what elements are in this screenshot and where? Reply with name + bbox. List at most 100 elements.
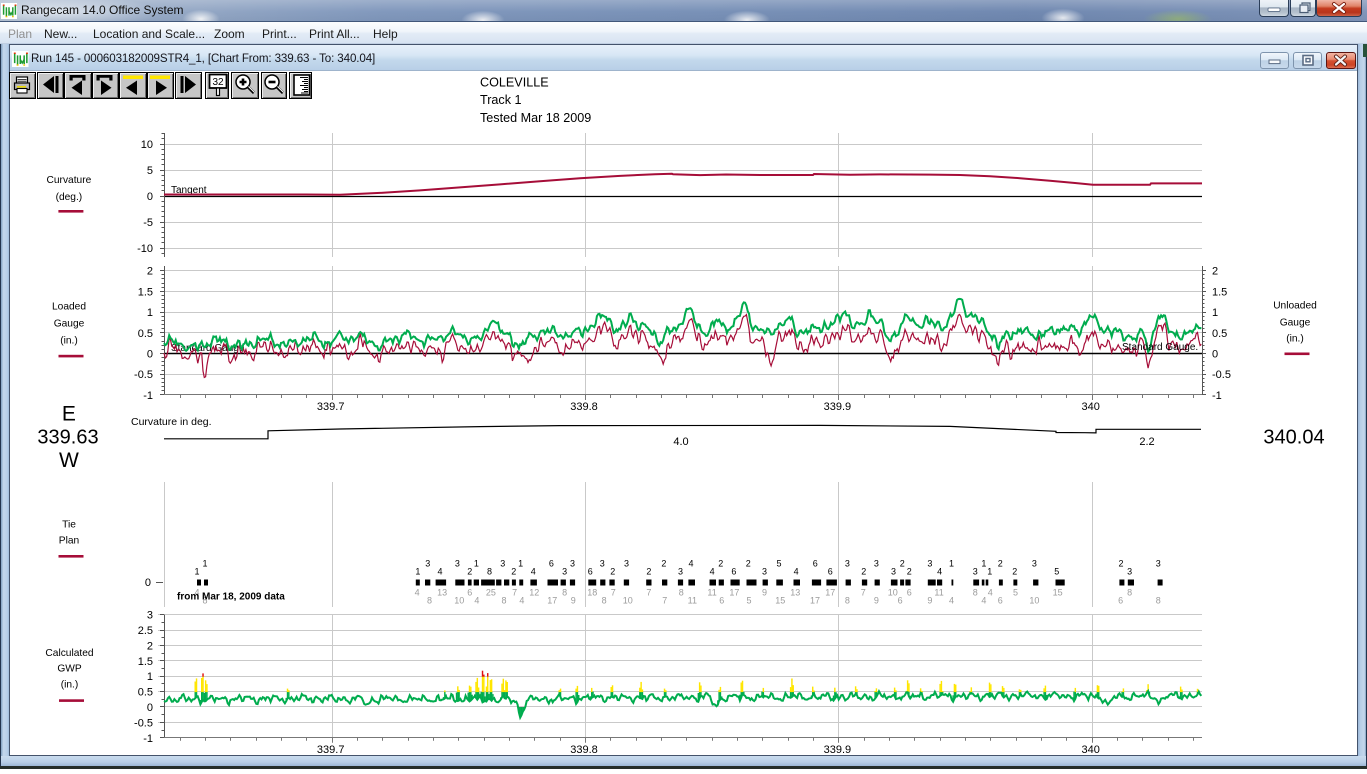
svg-text:2: 2 (746, 559, 751, 569)
svg-text:3: 3 (600, 559, 605, 569)
svg-text:1: 1 (415, 567, 420, 577)
svg-text:2: 2 (861, 567, 866, 577)
svg-text:W: W (59, 449, 79, 472)
svg-text:3: 3 (1127, 567, 1132, 577)
svg-text:2: 2 (718, 559, 723, 569)
svg-text:1: 1 (474, 559, 479, 569)
svg-text:-0.5: -0.5 (134, 717, 153, 729)
svg-text:1: 1 (1212, 307, 1218, 319)
svg-text:8: 8 (602, 596, 607, 606)
svg-text:3: 3 (973, 567, 978, 577)
svg-text:6: 6 (813, 559, 818, 569)
svg-text:4: 4 (519, 596, 524, 606)
svg-text:4: 4 (794, 567, 799, 577)
svg-text:3: 3 (762, 567, 767, 577)
svg-text:(in.): (in.) (1286, 334, 1304, 345)
svg-text:17: 17 (547, 596, 557, 606)
svg-text:13: 13 (437, 588, 447, 598)
svg-text:1: 1 (987, 567, 992, 577)
svg-text:1.5: 1.5 (138, 286, 153, 298)
svg-text:13: 13 (790, 588, 800, 598)
svg-text:8: 8 (427, 596, 432, 606)
svg-text:GWP: GWP (57, 663, 82, 674)
svg-text:0.5: 0.5 (138, 328, 153, 340)
svg-text:6: 6 (828, 567, 833, 577)
svg-text:0: 0 (147, 191, 153, 203)
svg-text:15: 15 (775, 596, 785, 606)
svg-text:2: 2 (646, 567, 651, 577)
svg-text:Tested Mar 18 2009: Tested Mar 18 2009 (480, 111, 591, 125)
svg-text:2: 2 (900, 559, 905, 569)
svg-text:3: 3 (500, 559, 505, 569)
svg-text:2: 2 (1118, 559, 1123, 569)
svg-text:15: 15 (1053, 588, 1063, 598)
svg-text:5: 5 (1054, 567, 1059, 577)
svg-text:1.5: 1.5 (1212, 286, 1227, 298)
svg-text:5: 5 (1013, 588, 1018, 598)
svg-text:2: 2 (147, 266, 153, 278)
svg-text:Loaded: Loaded (52, 302, 86, 313)
svg-text:1: 1 (194, 567, 199, 577)
svg-text:1: 1 (147, 671, 153, 683)
svg-text:4: 4 (415, 588, 420, 598)
svg-text:339.7: 339.7 (317, 744, 345, 756)
svg-text:2: 2 (1012, 567, 1017, 577)
svg-text:6: 6 (588, 567, 593, 577)
svg-text:Track 1: Track 1 (480, 93, 522, 107)
svg-text:32: 32 (212, 77, 224, 88)
svg-text:10: 10 (1029, 596, 1039, 606)
svg-text:4: 4 (437, 567, 442, 577)
svg-text:3: 3 (425, 559, 430, 569)
svg-text:18: 18 (587, 588, 597, 598)
svg-text:6: 6 (1118, 596, 1123, 606)
svg-text:25: 25 (486, 588, 496, 598)
svg-text:339.9: 339.9 (824, 744, 852, 756)
svg-text:0: 0 (1212, 349, 1218, 361)
svg-text:3: 3 (1156, 559, 1161, 569)
svg-text:339.8: 339.8 (570, 401, 598, 413)
svg-text:12: 12 (529, 588, 539, 598)
svg-text:340: 340 (1082, 744, 1100, 756)
svg-text:3: 3 (874, 559, 879, 569)
svg-text:2.2: 2.2 (1139, 436, 1154, 448)
svg-text:8: 8 (679, 588, 684, 598)
svg-text:4: 4 (981, 596, 986, 606)
svg-text:2: 2 (907, 567, 912, 577)
svg-text:9: 9 (762, 588, 767, 598)
svg-text:9: 9 (571, 596, 576, 606)
svg-text:3: 3 (624, 559, 629, 569)
svg-text:3: 3 (927, 559, 932, 569)
svg-text:2: 2 (661, 559, 666, 569)
svg-text:10: 10 (888, 588, 898, 598)
svg-text:-5: -5 (143, 217, 153, 229)
svg-text:4: 4 (474, 596, 479, 606)
svg-text:Plan: Plan (59, 536, 79, 547)
svg-text:17: 17 (825, 588, 835, 598)
svg-text:7: 7 (646, 588, 651, 598)
svg-text:3: 3 (562, 567, 567, 577)
svg-text:339.8: 339.8 (570, 744, 598, 756)
svg-text:17: 17 (729, 588, 739, 598)
svg-text:11: 11 (707, 588, 716, 598)
svg-text:3: 3 (891, 567, 896, 577)
svg-text:8: 8 (1156, 596, 1161, 606)
svg-text:6: 6 (467, 588, 472, 598)
svg-text:Unloaded: Unloaded (1273, 301, 1317, 312)
svg-text:8: 8 (1127, 588, 1132, 598)
svg-text:7: 7 (512, 588, 517, 598)
svg-text:8: 8 (487, 567, 492, 577)
svg-text:-10: -10 (137, 243, 153, 255)
svg-text:6: 6 (719, 596, 724, 606)
svg-text:8: 8 (562, 588, 567, 598)
svg-text:4: 4 (937, 567, 942, 577)
svg-text:6: 6 (549, 559, 554, 569)
svg-text:6: 6 (998, 596, 1003, 606)
svg-text:-0.5: -0.5 (1212, 369, 1231, 381)
svg-text:3: 3 (147, 610, 153, 622)
svg-text:9: 9 (927, 596, 932, 606)
svg-text:2: 2 (147, 640, 153, 652)
svg-text:9: 9 (874, 596, 879, 606)
svg-text:10: 10 (141, 139, 153, 151)
svg-text:-0.5: -0.5 (134, 369, 153, 381)
svg-text:(deg.): (deg.) (56, 192, 83, 203)
